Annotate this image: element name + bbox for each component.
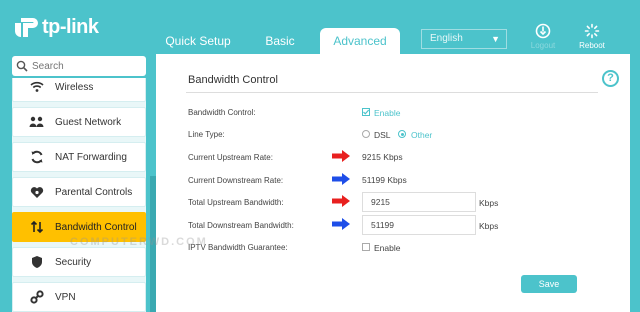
reboot-label: Reboot [579,41,605,50]
sidebar: Wireless Guest Network NAT Forwarding [0,54,156,312]
sidebar-item-label: Bandwidth Control [55,221,137,233]
iptv-enable-checkbox[interactable] [362,243,370,251]
main-panel: Bandwidth Control ? Bandwidth Control: E… [156,54,630,312]
chevron-down-icon: ▼ [491,34,500,44]
shield-icon [29,254,45,270]
bandwidth-control-enable-checkbox[interactable] [362,108,370,116]
tp-link-logo-icon [15,18,38,37]
sidebar-item-wireless[interactable]: Wireless [12,78,146,102]
sidebar-item-vpn[interactable]: VPN [12,282,146,312]
total-upstream-label: Total Upstream Bandwidth: [188,198,284,207]
vpn-icon [29,289,45,305]
tab-advanced[interactable]: Advanced [320,28,400,55]
top-header: tp-link Quick Setup Basic Advanced Engli… [0,0,640,55]
checkmark-icon [363,109,370,115]
sidebar-menu: Wireless Guest Network NAT Forwarding Pa… [12,78,146,312]
watermark: COMPUTERWD.COM [70,236,208,248]
wifi-icon [29,79,45,95]
parental-controls-icon [29,184,45,200]
title-divider [186,92,598,93]
sidebar-item-label: Security [55,256,92,268]
logout-icon [535,23,551,39]
line-type-other-radio[interactable] [398,130,406,138]
logout-label: Logout [530,41,556,50]
line-type-dsl-label: DSL [374,130,391,140]
line-type-dsl-radio[interactable] [362,130,370,138]
page-title: Bandwidth Control [188,74,278,86]
current-upstream-label: Current Upstream Rate: [188,153,273,162]
tab-quick-setup[interactable]: Quick Setup [160,28,236,54]
red-arrow-icon [332,150,350,162]
language-value: English [430,33,463,44]
sidebar-item-guest-network[interactable]: Guest Network [12,107,146,137]
sidebar-item-nat-forwarding[interactable]: NAT Forwarding [12,142,146,172]
total-downstream-unit: Kbps [479,221,499,231]
sidebar-item-label: Guest Network [55,116,122,128]
current-upstream-value: 9215 Kbps [362,152,403,162]
blue-arrow-icon [332,173,350,185]
sidebar-item-parental-controls[interactable]: Parental Controls [12,177,146,207]
reboot-icon [584,23,600,39]
sidebar-item-label: NAT Forwarding [55,151,127,163]
nat-forwarding-icon [29,149,45,165]
line-type-label: Line Type: [188,130,225,139]
search-icon [16,60,28,72]
bandwidth-control-icon [29,219,45,235]
total-upstream-unit: Kbps [479,198,499,208]
sidebar-item-label: Parental Controls [55,186,133,198]
red-arrow-icon [332,195,350,207]
search-input[interactable] [32,60,132,72]
total-upstream-input[interactable] [362,192,476,212]
sidebar-search[interactable] [12,56,146,76]
bandwidth-control-enable-label: Enable [374,108,401,118]
current-downstream-label: Current Downstream Rate: [188,176,284,185]
right-frame-edge [630,54,640,312]
sidebar-item-security[interactable]: Security [12,247,146,277]
language-select[interactable]: English ▼ [421,29,507,49]
tp-link-logo[interactable]: tp-link [12,14,99,40]
save-button[interactable]: Save [521,275,577,293]
total-downstream-input[interactable] [362,215,476,235]
blue-arrow-icon [332,218,350,230]
logo-text: tp-link [42,15,99,38]
logout-button[interactable]: Logout [528,23,558,50]
guest-network-icon [29,114,45,130]
help-icon[interactable]: ? [602,70,619,87]
sidebar-item-label: VPN [55,291,76,303]
current-downstream-value: 51199 Kbps [362,175,407,185]
line-type-other-label: Other [411,130,433,140]
sidebar-item-label: Wireless [55,81,94,93]
reboot-button[interactable]: Reboot [578,23,606,50]
tab-basic[interactable]: Basic [256,28,304,54]
iptv-enable-label: Enable [374,243,401,253]
total-downstream-label: Total Downstream Bandwidth: [188,221,294,230]
bandwidth-control-label: Bandwidth Control: [188,108,256,117]
